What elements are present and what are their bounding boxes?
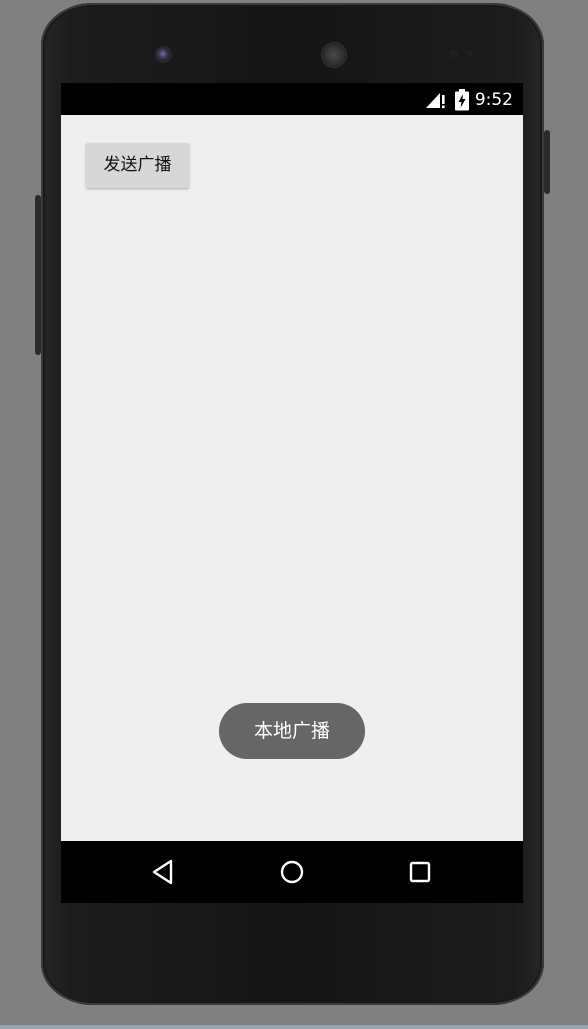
volume-button[interactable] <box>35 195 41 355</box>
home-button[interactable] <box>274 855 310 889</box>
battery-charging-icon <box>455 89 469 111</box>
back-triangle-icon <box>152 859 173 885</box>
toast-message: 本地广播 <box>219 703 365 759</box>
device-screen: 9:52 发送广播 本地广播 <box>61 83 523 903</box>
front-camera-icon <box>157 48 170 61</box>
status-time: 9:52 <box>474 90 513 110</box>
power-button[interactable] <box>544 130 550 194</box>
recents-square-icon <box>409 861 431 883</box>
back-button[interactable] <box>146 855 182 889</box>
signal-no-sim-icon <box>426 93 445 109</box>
earpiece-speaker-icon <box>322 43 346 67</box>
send-broadcast-button[interactable]: 发送广播 <box>86 143 189 188</box>
status-bar: 9:52 <box>61 83 523 115</box>
navigation-bar <box>61 841 523 903</box>
proximity-sensor-icon <box>450 49 459 58</box>
light-sensor-icon <box>467 50 473 56</box>
recents-button[interactable] <box>402 855 438 889</box>
window-bottom-edge <box>0 1025 588 1029</box>
home-circle-icon <box>280 860 304 884</box>
app-content: 发送广播 本地广播 <box>61 115 523 841</box>
